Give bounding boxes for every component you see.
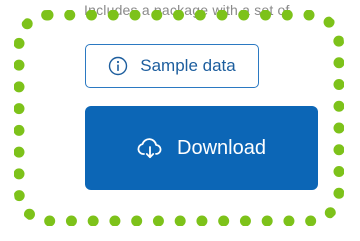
download-button[interactable]: Download — [85, 106, 318, 190]
sample-data-button[interactable]: Sample data — [85, 44, 259, 88]
package-description: Includes a package with a set of — [84, 2, 290, 18]
download-label: Download — [177, 136, 266, 159]
sample-data-label: Sample data — [140, 56, 236, 75]
cloud-download-icon — [137, 136, 163, 160]
download-panel: Includes a package with a set of Sample … — [0, 0, 360, 241]
info-icon — [108, 56, 128, 76]
